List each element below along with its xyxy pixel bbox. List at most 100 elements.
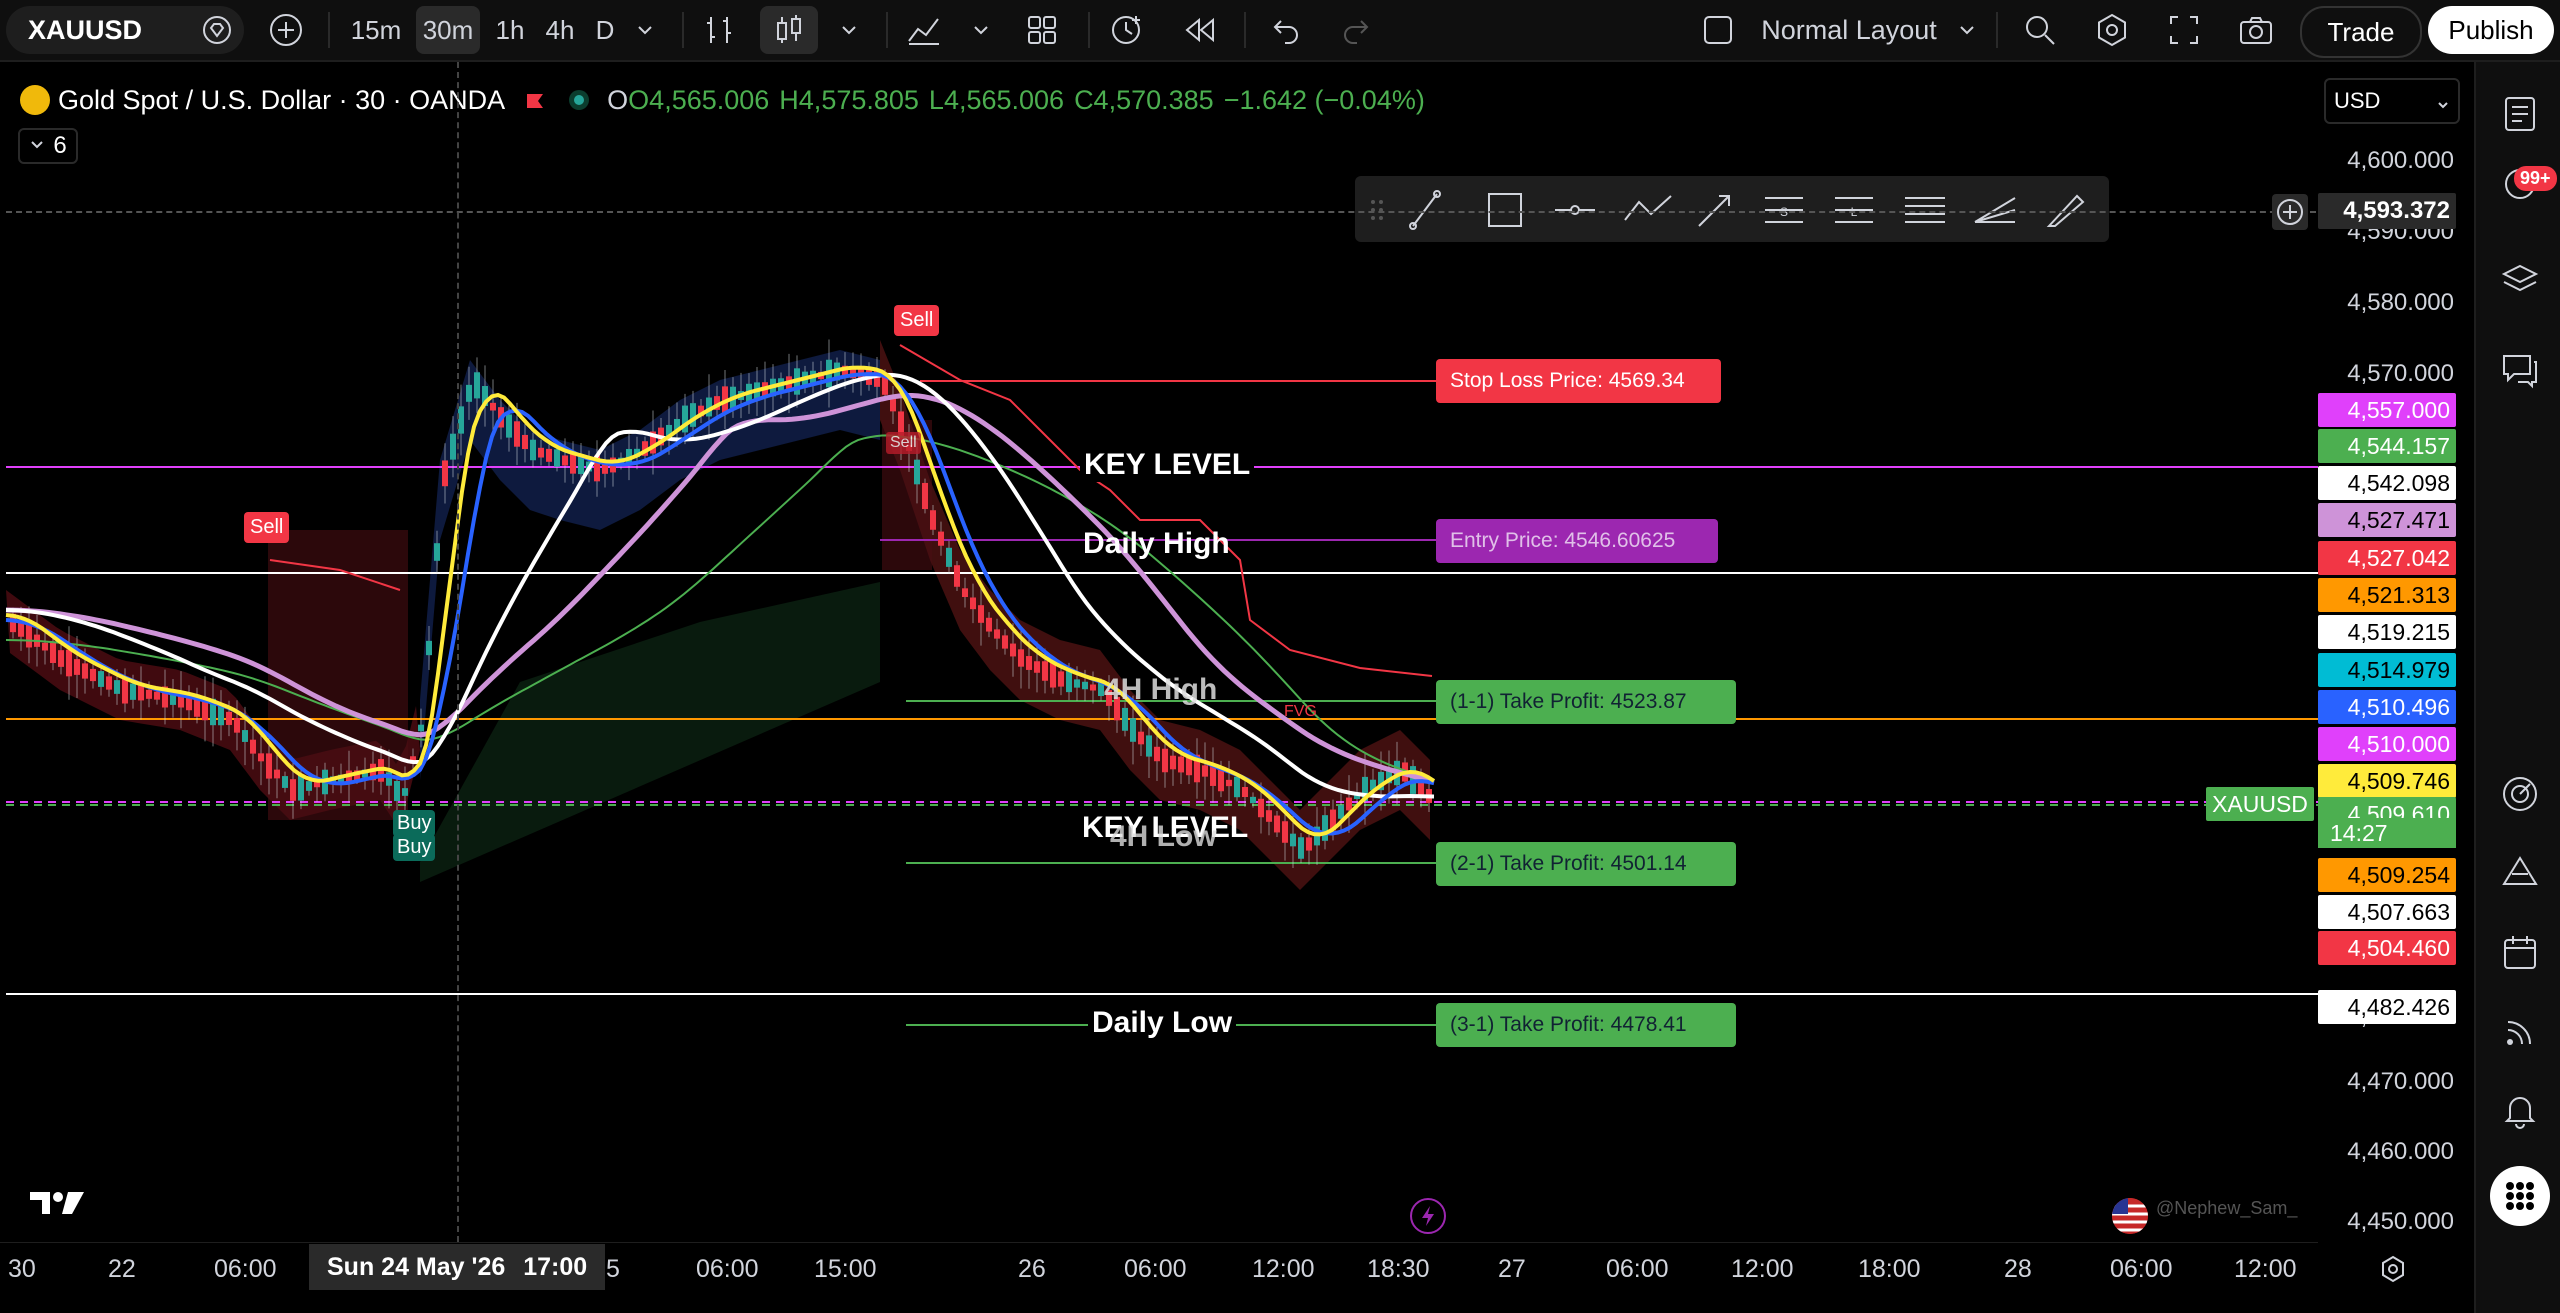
timeframe-15m[interactable]: 15m [346,12,406,48]
alert-clock-icon[interactable] [1106,12,1146,48]
legend-title[interactable]: Gold Spot / U.S. Dollar · 30 · OANDA [58,85,505,116]
entry-price-box[interactable]: Entry Price: 4546.60625 [1436,519,1718,563]
candle-body [66,649,72,677]
notification-badge: 99+ [2514,166,2557,191]
time-tick: 12:00 [2234,1255,2297,1283]
layout-checkbox-icon[interactable] [1700,12,1736,48]
time-tick: 18:00 [1858,1255,1921,1283]
timeframe-30m[interactable]: 30m [416,6,480,54]
drag-handle-icon[interactable] [1371,200,1383,220]
currency-label: USD [2334,88,2381,113]
candle-body [282,776,288,788]
quick-search-icon[interactable] [2020,12,2060,48]
author-watermark: @Nephew_Sam_ [2156,1198,2298,1218]
rectangle-icon[interactable] [1488,193,1522,227]
trade-button[interactable]: Trade [2300,6,2422,58]
candle-body [450,433,456,460]
candle-body [90,668,96,682]
redo-icon[interactable] [1336,12,1376,48]
candle-body [58,650,64,667]
timeframe-d[interactable]: D [590,12,620,48]
trend-line-icon[interactable] [1409,190,1441,230]
chats-icon[interactable] [2500,350,2540,390]
timeframe-4h[interactable]: 4h [540,12,580,48]
publish-button[interactable]: Publish [2428,6,2554,54]
candle-body [42,642,48,651]
add-alert-plus-icon[interactable] [2272,194,2308,230]
candle-body [602,464,608,474]
fan-lines-icon[interactable] [1974,197,2016,223]
buy-signal-label: Buy [393,810,436,837]
layout-name[interactable]: Normal Layout [1754,12,1944,48]
screener-triangle-icon[interactable] [2500,852,2540,892]
candle-body [562,455,568,466]
time-tick: 06:00 [1606,1255,1669,1283]
sell-signal-label: Sell [894,305,940,336]
candle-body [1306,837,1312,851]
daily-low-label: Daily Low [1088,1006,1237,1040]
candle-body [946,547,952,567]
take-profit-2-box[interactable]: (2-1) Take Profit: 4501.14 [1436,842,1736,886]
candle-body [1082,681,1088,690]
undo-icon[interactable] [1266,12,1306,48]
candle-body [290,779,296,801]
watchlist-icon[interactable] [2500,94,2540,134]
symbol-search[interactable]: XAUUSD [6,6,244,54]
calendar-icon[interactable] [2500,932,2540,972]
ideas-compass-icon[interactable] [2500,774,2540,814]
indicators-toggle[interactable]: 6 [18,128,78,164]
layouts-grid-icon[interactable] [1022,12,1062,48]
settings-gear-icon[interactable] [2092,12,2132,48]
object-tree-layers-icon[interactable] [2500,260,2540,300]
path-icon[interactable] [1624,195,1672,221]
fib-extension-icon[interactable]: L [1835,197,1873,223]
time-tick: 06:00 [214,1255,277,1283]
candle-body [1034,661,1040,673]
stop-loss-box[interactable]: Stop Loss Price: 4569.34 [1436,359,1721,403]
candle-body [50,642,56,663]
camera-snapshot-icon[interactable] [2236,12,2276,48]
chart-type-chevron-down-icon[interactable] [834,12,864,48]
candles-chart-type-icon[interactable] [760,6,818,54]
gold-symbol-logo-icon [20,85,50,115]
price-level-label: 4,521.313 [2318,578,2456,612]
price-level-label: 4,509.254 [2318,858,2456,892]
timeframe-chevron-down-icon[interactable] [630,12,660,48]
news-feed-icon[interactable] [2500,1012,2540,1052]
candle-body [1242,786,1248,798]
time-tick: 5 [606,1255,620,1283]
time-axis-settings-gear-icon[interactable] [2378,1254,2414,1290]
layout-chevron-down-icon[interactable] [1952,12,1982,48]
indicators-chevron-down-icon[interactable] [966,12,996,48]
lightning-icon[interactable] [1410,1198,1446,1234]
candle-body [538,447,544,458]
add-symbol-icon[interactable] [268,12,304,48]
bar-chart-type-icon[interactable] [700,12,740,48]
take-profit-1-box[interactable]: (1-1) Take Profit: 4523.87 [1436,680,1736,724]
replay-icon[interactable] [1180,12,1220,48]
candle-body [1258,798,1264,818]
chart-pane[interactable] [0,62,2508,1313]
parallel-lines-icon[interactable] [1905,197,1945,223]
legend-low: L4,565.006 [928,84,1065,115]
candle-body [306,781,312,791]
price-level-label: 4,504.460 [2318,931,2456,965]
price-level-label: 4,557.000 [2318,393,2456,427]
candle-body [418,724,424,732]
candle-body [530,439,536,461]
currency-select[interactable]: USD [2324,78,2460,124]
fib-retracement-icon[interactable]: S [1765,197,1803,223]
chevron-down-icon [2436,92,2450,118]
timeframe-1h[interactable]: 1h [490,12,530,48]
apps-menu-icon[interactable] [2490,1166,2550,1226]
price-tick: 4,450.000 [2347,1208,2454,1235]
price-level-label: 4,542.098 [2318,466,2456,500]
notifications-bell-icon[interactable] [2500,1090,2540,1130]
time-tick: 06:00 [1124,1255,1187,1283]
take-profit-3-box[interactable]: (3-1) Take Profit: 4478.41 [1436,1003,1736,1047]
diamond-icon[interactable] [202,15,232,45]
candle-body [466,384,472,402]
buy-signal-label: Buy [393,834,436,861]
indicators-icon[interactable] [904,12,944,48]
fullscreen-icon[interactable] [2164,12,2204,48]
